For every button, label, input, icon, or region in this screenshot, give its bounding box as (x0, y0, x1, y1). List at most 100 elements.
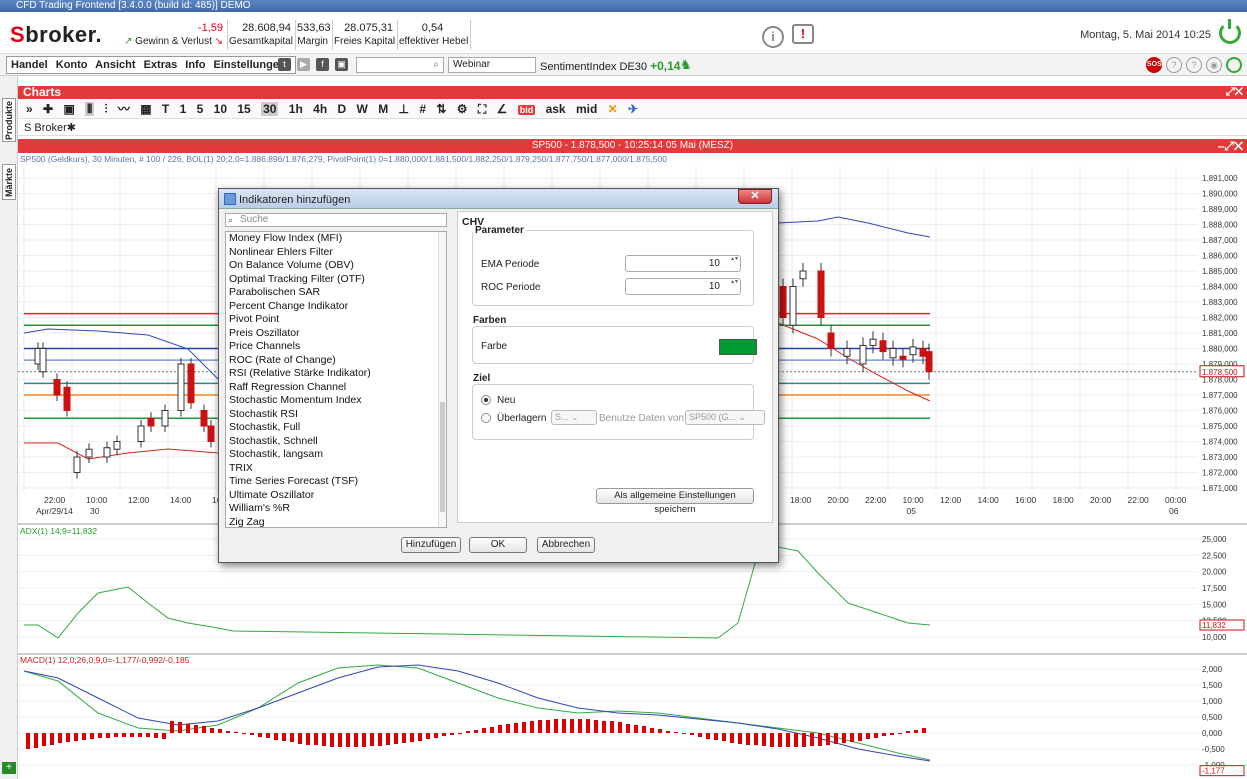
close-chart-icon[interactable]: ✕ (608, 102, 618, 116)
roc-period-spinner[interactable]: 10 (625, 278, 741, 295)
tab-maerkte[interactable]: Märkte (2, 164, 16, 200)
line-icon[interactable]: 〰 (118, 102, 130, 116)
toolbar-more-icon[interactable]: » (26, 102, 33, 116)
menu-info[interactable]: Info (185, 59, 205, 71)
question-icon[interactable]: ? (1186, 57, 1202, 73)
indicator-item[interactable]: Pivot Point (226, 313, 446, 327)
tf-D[interactable]: D (338, 102, 347, 116)
kpi-total-capital[interactable]: 28.608,94 Gesamtkapital (229, 20, 296, 50)
add-button[interactable]: Hinzufügen (401, 537, 461, 553)
twitter-icon[interactable]: t (278, 58, 291, 71)
indicator-item[interactable]: Optimal Tracking Filter (OTF) (226, 273, 446, 287)
sentiment-index[interactable]: SentimentIndex DE30 +0,14 (540, 59, 680, 73)
price-bid[interactable]: bid (517, 105, 536, 115)
chart-window-controls-icon[interactable]: –⤢✕ (1218, 139, 1243, 153)
add-icon[interactable]: + (2, 762, 16, 774)
power-icon[interactable] (1219, 19, 1241, 44)
indicator-item[interactable]: Parabolischen SAR (226, 286, 446, 300)
indicator-item[interactable]: Nonlinear Ehlers Filter (226, 246, 446, 260)
use-data-select[interactable]: SP500 (G... ⌄ (685, 410, 765, 425)
indicator-item[interactable]: ROC (Rate of Change) (226, 354, 446, 368)
ok-button[interactable]: OK (469, 537, 527, 553)
grid-icon[interactable]: # (419, 102, 426, 116)
kpi-leverage[interactable]: 0,54 effektiver Hebel (399, 20, 471, 50)
indicator-list[interactable]: Money Flow Index (MFI) Nonlinear Ehlers F… (225, 231, 447, 528)
indicator-item[interactable]: Percent Change Indikator (226, 300, 446, 314)
indicator-item[interactable]: On Balance Volume (OBV) (226, 259, 446, 273)
menu-extras[interactable]: Extras (144, 59, 178, 71)
indicator-item[interactable]: Ultimate Oszillator (226, 489, 446, 503)
app-icon[interactable]: ▣ (335, 58, 348, 71)
indicator-item[interactable]: RSI (Relative Stärke Indikator) (226, 367, 446, 381)
zoom-icon[interactable]: ⛶ (478, 102, 486, 116)
connection-icon[interactable] (1226, 57, 1242, 73)
search-input[interactable]: ⌕ (356, 57, 444, 73)
tf-W[interactable]: W (357, 102, 368, 116)
draw-line-icon[interactable]: ⊥ (399, 102, 409, 116)
indicator-item[interactable]: Stochastik, Schnell (226, 435, 446, 449)
indicator-icon[interactable]: ⇅ (436, 102, 446, 116)
price-mid[interactable]: mid (576, 102, 597, 116)
target-new-radio[interactable] (481, 395, 491, 405)
message-icon[interactable]: ! (792, 24, 814, 44)
save-defaults-button[interactable]: Als allgemeine Einstellungen speichern (596, 488, 754, 515)
panel-controls-icon[interactable]: ⤢✕ (1226, 86, 1243, 99)
webinar-field[interactable]: Webinar (448, 57, 536, 73)
kpi-profit-loss[interactable]: -1,59 ↗ Gewinn & Verlust ↘ (124, 20, 228, 50)
indicator-item[interactable]: Zig Zag (226, 516, 446, 528)
crosshair-icon[interactable]: ✚ (43, 102, 53, 116)
indicator-item[interactable]: Raff Regression Channel (226, 381, 446, 395)
menu-einstellungen[interactable]: Einstellungen (214, 59, 286, 71)
tf-T[interactable]: T (162, 102, 169, 116)
youtube-icon[interactable]: ▶ (297, 58, 310, 71)
dialog-close-button[interactable]: ✕ (738, 189, 772, 204)
facebook-icon[interactable]: f (316, 58, 329, 71)
settings-icon[interactable]: ◉ (1206, 57, 1222, 73)
tf-30[interactable]: 30 (261, 102, 279, 116)
tf-5[interactable]: 5 (197, 102, 204, 116)
menu-konto[interactable]: Konto (56, 59, 88, 71)
menu-handel[interactable]: Handel (11, 59, 48, 71)
price-ask[interactable]: ask (546, 102, 566, 116)
tf-1h[interactable]: 1h (289, 102, 303, 116)
target-overlay-radio[interactable] (481, 413, 491, 423)
indicator-list-scrollbar[interactable] (438, 232, 446, 527)
indicator-search-input[interactable]: ⌕ Suche (225, 213, 447, 227)
tf-15[interactable]: 15 (237, 102, 250, 116)
indicator-item[interactable]: Time Series Forecast (TSF) (226, 475, 446, 489)
indicator-item[interactable]: Price Channels (226, 340, 446, 354)
color-picker[interactable] (719, 339, 757, 355)
menu-ansicht[interactable]: Ansicht (95, 59, 135, 71)
sos-icon[interactable]: SOS (1146, 57, 1162, 73)
tf-M[interactable]: M (378, 102, 388, 116)
save-icon[interactable]: ▣ (63, 102, 74, 116)
tools-icon[interactable]: ⚙ (457, 102, 468, 116)
indicator-item[interactable]: Stochastik, langsam (226, 448, 446, 462)
indicator-item[interactable]: Stochastik RSI (226, 408, 446, 422)
indicator-item[interactable]: TRIX (226, 462, 446, 476)
bar-icon[interactable]: ⫶ (105, 102, 108, 116)
tab-sbroker[interactable]: S Broker✱ (24, 121, 76, 134)
tf-10[interactable]: 10 (214, 102, 227, 116)
cancel-button[interactable]: Abbrechen (537, 537, 595, 553)
indicator-item[interactable]: Preis Oszillator (226, 327, 446, 341)
tf-1[interactable]: 1 (180, 102, 187, 116)
kpi-free-capital[interactable]: 28.075,31 Freies Kapital (334, 20, 398, 50)
indicator-item[interactable]: Money Flow Index (MFI) (226, 232, 446, 246)
ema-period-spinner[interactable]: 10 (625, 255, 741, 272)
indicator-item[interactable]: Stochastik, Full (226, 421, 446, 435)
indicator-item[interactable]: William's %R (226, 502, 446, 516)
indicator-item[interactable]: Stochastic Momentum Index (226, 394, 446, 408)
tab-produkte[interactable]: Produkte (2, 98, 16, 142)
kpi-margin[interactable]: 533,63 Margin (297, 20, 333, 50)
pin-icon[interactable]: ✈ (628, 102, 638, 116)
ruler-icon[interactable]: ∠ (497, 102, 508, 116)
tf-4h[interactable]: 4h (313, 102, 327, 116)
overlay-select[interactable]: S... ⌄ (551, 410, 597, 425)
layout-icon[interactable]: ▦ (140, 102, 151, 116)
scroll-thumb[interactable] (440, 402, 445, 512)
help-icon[interactable]: ? (1166, 57, 1182, 73)
sbroker-logo[interactable]: Sbroker. (10, 22, 102, 48)
candle-icon[interactable]: ⫴ (85, 102, 95, 116)
info-icon[interactable]: i (762, 26, 784, 48)
